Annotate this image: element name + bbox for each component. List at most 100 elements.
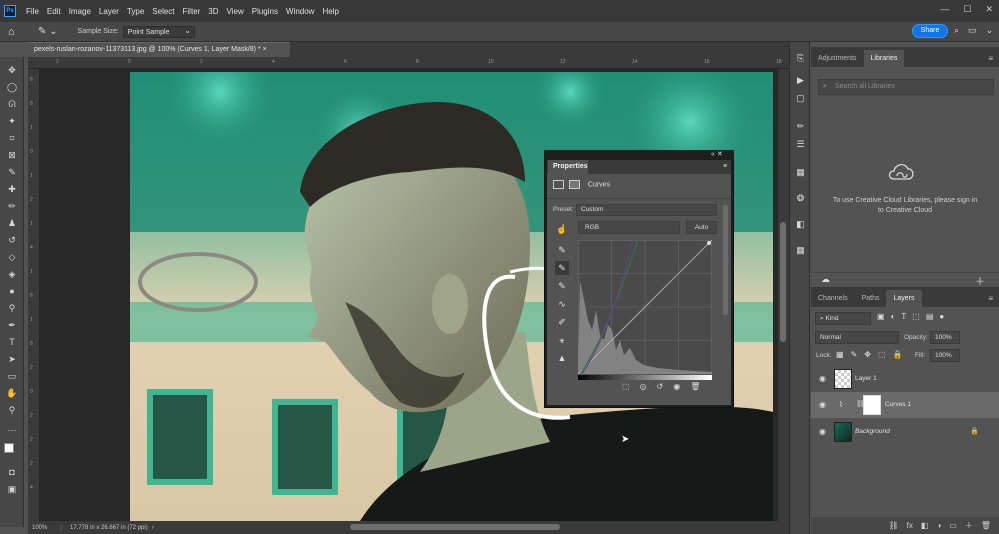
properties-scrollbar[interactable] [723,205,728,315]
panel-menu-icon[interactable]: ≡ [723,163,727,170]
clip-to-layer-icon[interactable]: ⬚ [622,382,630,391]
white-point-eyedropper-icon[interactable]: ✎ [555,279,569,293]
pen-tool-icon[interactable]: ✒ [4,318,20,332]
menu-type[interactable]: Type [123,7,148,16]
brushes-icon[interactable]: ✏ [794,120,807,133]
adjust-sliders-icon[interactable]: ☰ [794,138,807,151]
reset-icon[interactable]: ↺ [657,382,664,391]
curves-graph[interactable] [577,239,713,375]
add-mask-icon[interactable]: ◧ [921,521,929,530]
vertical-scroll-thumb[interactable] [780,222,786,342]
view-previous-state-icon[interactable]: ◎ [640,382,647,391]
tab-properties[interactable]: Properties [548,160,588,174]
type-tool-icon[interactable]: T [4,335,20,349]
maximize-button[interactable]: ☐ [963,4,971,15]
menu-plugins[interactable]: Plugins [248,7,282,16]
menu-help[interactable]: Help [318,7,342,16]
move-tool-icon[interactable]: ✥ [4,63,20,77]
status-arrow-icon[interactable]: › [148,525,154,531]
black-point-eyedropper-icon[interactable]: ✎ [555,243,569,257]
dodge-tool-icon[interactable]: ⚲ [4,301,20,315]
tab-libraries[interactable]: Libraries [863,50,905,67]
lock-all-icon[interactable]: 🔒 [893,350,903,359]
horizontal-scroll-thumb[interactable] [350,524,560,530]
menu-3d[interactable]: 3D [204,7,222,16]
adjustment-filter-icon[interactable]: ◐ [891,312,896,321]
fx-icon[interactable]: fx [907,521,913,530]
sample-size-select[interactable]: Point Sample [122,25,195,38]
layers-menu-icon[interactable]: ≡ [981,290,999,307]
eye-icon[interactable]: ◉ [819,400,826,409]
zoom-level[interactable]: 100% [28,524,62,531]
search-icon[interactable]: ⌕ [954,25,959,36]
minimize-button[interactable]: — [940,4,949,15]
filter-toggle-icon[interactable]: ● [939,312,944,321]
zoom-tool-icon[interactable]: ⚲ [4,403,20,417]
clone-stamp-tool-icon[interactable]: ♟ [4,216,20,230]
properties-collapse-button[interactable]: « ✕ [711,150,723,158]
type-filter-icon[interactable]: T [901,312,906,321]
cloud-icon[interactable]: ☁ [821,274,830,285]
gray-point-eyedropper-icon[interactable]: ✎ [555,261,569,275]
path-selection-tool-icon[interactable]: ➤ [4,352,20,366]
menu-file[interactable]: File [22,7,43,16]
hand-tool-icon[interactable]: ✋ [4,386,20,400]
layer-row-selected[interactable]: ◉ ⌇ ⛓ Curves 1 [811,392,999,418]
quick-mask-icon[interactable]: ◘ [4,465,20,479]
tab-layers[interactable]: Layers [886,290,922,307]
workspace-icon[interactable]: ▭ [968,25,977,36]
layer-row[interactable]: ◉ Layer 1 [811,366,999,392]
eye-icon[interactable]: ◉ [819,374,826,383]
comments-icon[interactable]: ▢ [794,92,807,105]
rectangle-tool-icon[interactable]: ▭ [4,369,20,383]
history-brush-tool-icon[interactable]: ↺ [4,233,20,247]
lock-position-icon[interactable]: ✥ [864,350,871,359]
eraser-tool-icon[interactable]: ◇ [4,250,20,264]
tab-adjustments[interactable]: Adjustments [811,50,864,67]
layer-name[interactable]: Layer 1 [855,375,877,382]
more-tools-icon[interactable]: ··· [4,423,20,437]
add-library-icon[interactable]: ＋ [975,273,985,288]
tab-close-icon[interactable]: × [263,46,267,53]
share-button[interactable]: Share [912,24,948,38]
home-icon[interactable]: ⌂ [8,26,26,38]
eye-icon[interactable]: ◉ [819,427,826,436]
delete-icon[interactable]: 🗑 [690,382,700,391]
healing-brush-tool-icon[interactable]: ✚ [4,182,20,196]
lock-pixels-icon[interactable]: ✎ [851,350,858,359]
lock-transparent-icon[interactable]: ▦ [836,350,844,359]
smooth-curve-icon[interactable]: ⚹ [555,333,569,347]
pixel-filter-icon[interactable]: ▣ [877,312,885,321]
swatches-icon[interactable]: ▦ [794,244,807,257]
history-icon[interactable]: ⎘ [794,52,807,65]
layer-mask-icon[interactable] [568,180,580,189]
target-adjustment-icon[interactable]: ☝ [555,222,569,236]
new-adjustment-icon[interactable]: ◑ [936,521,941,530]
menu-select[interactable]: Select [148,7,178,16]
document-tab[interactable]: pexels-ruslan-rozanov-11373113.jpg @ 100… [28,42,290,57]
menu-view[interactable]: View [223,7,248,16]
eyedropper-tool-icon[interactable]: ✎ [4,165,20,179]
delete-layer-icon[interactable]: 🗑 [981,521,991,530]
layer-kind-filter[interactable]: ⌕ Kind [815,312,871,325]
opacity-input[interactable]: 100% [930,331,960,344]
layer-name[interactable]: Curves 1 [885,401,911,408]
libraries-menu-icon[interactable]: ≡ [981,50,999,67]
new-group-icon[interactable]: ▭ [949,521,957,530]
clipping-warning-icon[interactable]: ▲ [555,351,569,365]
curve-edit-points-icon[interactable]: ∿ [555,297,569,311]
smart-object-filter-icon[interactable]: ▤ [926,312,934,321]
magic-wand-tool-icon[interactable]: ✦ [4,114,20,128]
layer-row[interactable]: ◉ Background 🔒 [811,419,999,445]
layer-name[interactable]: Background [855,428,890,435]
layer-mask-thumbnail[interactable] [863,395,881,415]
gradient-icon[interactable]: ◧ [794,218,807,231]
actions-play-icon[interactable]: ▶ [794,74,807,87]
foreground-color-swatch[interactable] [4,443,14,453]
close-button[interactable]: ✕ [985,4,993,15]
marquee-tool-icon[interactable]: ◯ [4,80,20,94]
blend-mode-select[interactable]: Normal [815,331,899,344]
shape-filter-icon[interactable]: ⬚ [912,312,920,321]
menu-edit[interactable]: Edit [43,7,65,16]
chevron-down-icon[interactable]: ⌄ [986,25,994,36]
